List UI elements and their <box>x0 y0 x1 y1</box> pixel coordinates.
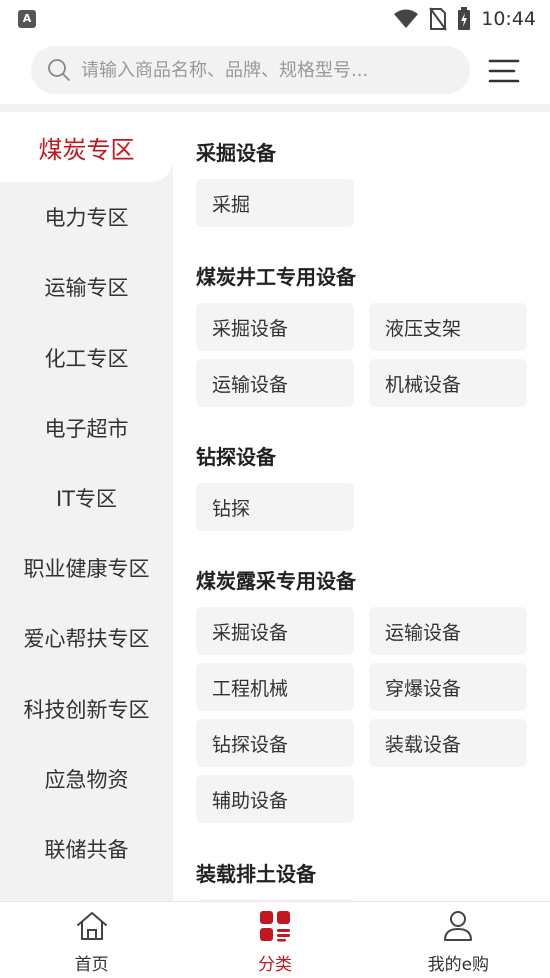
subcategory-chip[interactable]: 运输设备 <box>196 359 354 407</box>
sidebar-item-label: 煤炭专区 <box>38 135 135 164</box>
tab-my-egou[interactable]: 我的e购 <box>367 902 550 978</box>
app-notification-icon: A <box>18 10 36 28</box>
sidebar-item-label: 爱心帮扶专区 <box>23 627 150 652</box>
no-sim-icon <box>429 7 448 31</box>
sidebar-item-emergency[interactable]: 应急物资 <box>0 744 173 814</box>
bottom-tab-bar: 首页 分类 我的e购 <box>0 901 550 978</box>
subcategory-chip[interactable]: 辅助设备 <box>196 775 354 823</box>
subcategory-chip[interactable]: 机械设备 <box>369 359 527 407</box>
subcategory-chip[interactable]: 液压支架 <box>369 303 527 351</box>
search-icon <box>48 59 70 81</box>
category-content: 采掘设备 采掘 煤炭井工专用设备 采掘设备 液压支架 运输设备 机械设备 钻探设… <box>173 112 550 901</box>
search-box[interactable] <box>31 46 470 94</box>
sidebar-item-power[interactable]: 电力专区 <box>0 182 173 252</box>
sidebar-item-label: 联储共备 <box>44 837 129 862</box>
subcategory-chip[interactable]: 工程机械 <box>196 663 354 711</box>
tab-label: 首页 <box>74 955 109 975</box>
menu-icon[interactable] <box>486 56 522 86</box>
sidebar-item-label: 电力专区 <box>44 206 129 231</box>
header-divider <box>0 104 550 112</box>
tab-home[interactable]: 首页 <box>0 902 183 978</box>
subcategory-chip[interactable]: 装载设备 <box>369 719 527 767</box>
sidebar-item-label: 科技创新专区 <box>23 697 150 722</box>
wifi-icon <box>394 9 419 28</box>
status-icons: 10:44 <box>393 6 536 32</box>
sidebar-item-chemical[interactable]: 化工专区 <box>0 323 173 393</box>
sidebar-item-charity[interactable]: 爱心帮扶专区 <box>0 603 173 673</box>
tab-label: 我的e购 <box>427 955 490 975</box>
subcategory-chip[interactable]: 钻探 <box>196 483 354 531</box>
tab-category[interactable]: 分类 <box>183 902 366 978</box>
search-input[interactable] <box>79 58 443 82</box>
section-title: 采掘设备 <box>196 141 276 165</box>
subcategory-chip[interactable]: 运输设备 <box>369 607 527 655</box>
sidebar-item-health[interactable]: 职业健康专区 <box>0 533 173 603</box>
sidebar-item-innovation[interactable]: 科技创新专区 <box>0 674 173 744</box>
section-title: 煤炭露采专用设备 <box>196 569 356 593</box>
sidebar-item-electronics[interactable]: 电子超市 <box>0 393 173 463</box>
sidebar-item-transport[interactable]: 运输专区 <box>0 252 173 322</box>
section-title: 钻探设备 <box>196 445 276 469</box>
subcategory-chip[interactable]: 采掘设备 <box>196 607 354 655</box>
status-time: 10:44 <box>481 8 536 30</box>
category-sidebar: 煤炭专区 电力专区 运输专区 化工专区 电子超市 IT专区 职业健康专区 爱心帮… <box>0 112 173 901</box>
status-bar: A 10:44 <box>0 0 550 38</box>
sidebar-item-label: IT专区 <box>55 487 118 512</box>
category-icon <box>259 911 290 942</box>
sidebar-item-label: 应急物资 <box>44 767 129 792</box>
user-icon <box>444 911 473 941</box>
search-header <box>0 38 550 104</box>
sidebar-item-label: 化工专区 <box>44 346 129 371</box>
subcategory-chip[interactable]: 采掘设备 <box>196 303 354 351</box>
sidebar-item-coal[interactable]: 煤炭专区 <box>0 112 173 183</box>
section-title: 装载排土设备 <box>196 862 316 886</box>
sidebar-item-it[interactable]: IT专区 <box>0 463 173 533</box>
battery-charging-icon <box>458 7 471 30</box>
sidebar-item-label: 运输专区 <box>44 276 129 301</box>
sidebar-item-label: 电子超市 <box>44 416 129 441</box>
section-title: 煤炭井工专用设备 <box>196 265 356 289</box>
subcategory-chip[interactable]: 采掘 <box>196 179 354 227</box>
sidebar-item-reserve[interactable]: 联储共备 <box>0 814 173 884</box>
subcategory-chip[interactable]: 钻探设备 <box>196 719 354 767</box>
sidebar-item-label: 职业健康专区 <box>23 557 150 582</box>
subcategory-chip[interactable]: 穿爆设备 <box>369 663 527 711</box>
tab-label: 分类 <box>257 955 292 975</box>
home-icon <box>76 912 107 940</box>
